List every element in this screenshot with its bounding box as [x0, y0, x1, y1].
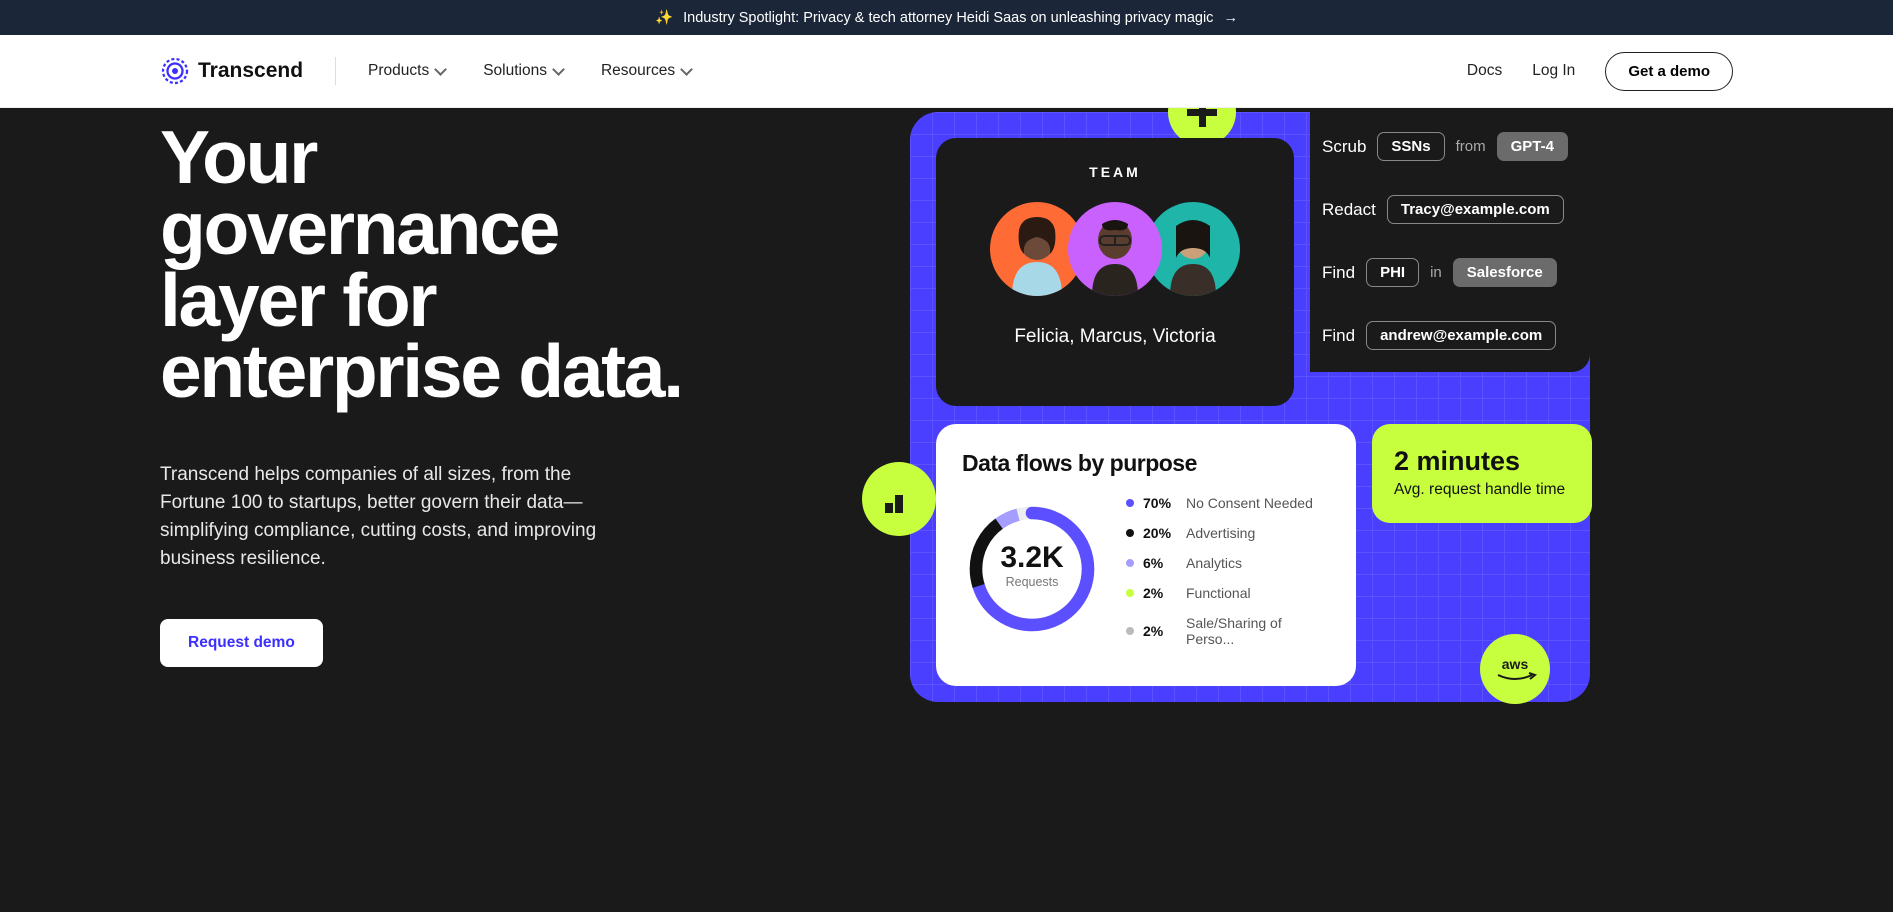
flows-title: Data flows by purpose	[962, 450, 1330, 477]
legend-label: Advertising	[1186, 525, 1255, 541]
rule-action: Find	[1322, 326, 1355, 346]
avatar	[1068, 202, 1162, 296]
donut-chart: 3.2K Requests	[962, 499, 1102, 644]
legend-row: 70% No Consent Needed	[1126, 495, 1330, 511]
legend-label: Analytics	[1186, 555, 1242, 571]
logo[interactable]: Transcend	[160, 56, 303, 86]
svg-text:aws: aws	[1502, 656, 1529, 672]
nav-login[interactable]: Log In	[1532, 62, 1575, 80]
rule-pill: GPT-4	[1497, 132, 1568, 161]
hero-subtext: Transcend helps companies of all sizes, …	[160, 461, 620, 573]
nav-divider	[335, 57, 336, 85]
hero-copy: Your governance layer for enterprise dat…	[160, 108, 700, 688]
nav-item-label: Products	[368, 62, 429, 80]
rules-panel: Scrub SSNs from GPT-4 Redact Tracy@example.co…	[1310, 112, 1590, 372]
legend-dot-icon	[1126, 627, 1134, 635]
legend-label: No Consent Needed	[1186, 495, 1313, 511]
legend-row: 6% Analytics	[1126, 555, 1330, 571]
stat-value: 2 minutes	[1394, 446, 1570, 477]
donut-label: Requests	[962, 575, 1102, 589]
chevron-down-icon	[552, 63, 565, 76]
data-flows-card: Data flows by purpose 3.2K Requests 70% N…	[936, 424, 1356, 686]
legend-pct: 70%	[1143, 495, 1177, 511]
rule-action: Scrub	[1322, 137, 1366, 157]
legend-row: 2% Functional	[1126, 585, 1330, 601]
legend-row: 2% Sale/Sharing of Perso...	[1126, 615, 1330, 647]
hero-section: Your governance layer for enterprise dat…	[0, 108, 1893, 748]
request-demo-button[interactable]: Request demo	[160, 619, 323, 667]
rule-action: Redact	[1322, 200, 1376, 220]
legend-pct: 2%	[1143, 623, 1177, 639]
rule-pill: andrew@example.com	[1366, 321, 1556, 350]
rule-row: Find andrew@example.com	[1322, 321, 1590, 350]
stat-card: 2 minutes Avg. request handle time	[1372, 424, 1592, 523]
nav-links: Products Solutions Resources	[368, 62, 691, 80]
team-card-title: TEAM	[956, 164, 1274, 180]
legend-label: Sale/Sharing of Perso...	[1186, 615, 1330, 647]
announcement-text: Industry Spotlight: Privacy & tech attor…	[683, 10, 1213, 26]
nav-resources[interactable]: Resources	[601, 62, 691, 80]
chevron-down-icon	[434, 63, 447, 76]
stat-label: Avg. request handle time	[1394, 481, 1570, 499]
nav-solutions[interactable]: Solutions	[483, 62, 563, 80]
donut-value: 3.2K	[962, 541, 1102, 575]
legend-label: Functional	[1186, 585, 1251, 601]
rule-connector: from	[1456, 138, 1486, 155]
rule-row: Scrub SSNs from GPT-4	[1322, 132, 1590, 161]
rule-action: Find	[1322, 263, 1355, 283]
rule-connector: in	[1430, 264, 1442, 281]
nav-products[interactable]: Products	[368, 62, 445, 80]
team-names: Felicia, Marcus, Victoria	[956, 326, 1274, 348]
legend-dot-icon	[1126, 499, 1134, 507]
announcement-bar[interactable]: ✨ Industry Spotlight: Privacy & tech att…	[0, 0, 1893, 35]
nav-item-label: Resources	[601, 62, 675, 80]
legend-dot-icon	[1126, 589, 1134, 597]
chevron-down-icon	[680, 63, 693, 76]
rule-pill: SSNs	[1377, 132, 1444, 161]
nav-right: Docs Log In Get a demo	[1467, 52, 1733, 91]
main-nav: Transcend Products Solutions Resources D…	[0, 35, 1893, 108]
flows-legend: 70% No Consent Needed 20% Advertising 6% Anal…	[1126, 495, 1330, 647]
legend-pct: 20%	[1143, 525, 1177, 541]
team-avatars	[956, 202, 1274, 296]
rule-pill: Tracy@example.com	[1387, 195, 1564, 224]
legend-pct: 2%	[1143, 585, 1177, 601]
nav-item-label: Solutions	[483, 62, 547, 80]
aws-badge-icon: aws	[1480, 634, 1550, 704]
rule-row: Find PHI in Salesforce	[1322, 258, 1590, 287]
legend-dot-icon	[1126, 559, 1134, 567]
rule-pill: Salesforce	[1453, 258, 1557, 287]
hero-headline: Your governance layer for enterprise dat…	[160, 122, 700, 407]
legend-dot-icon	[1126, 529, 1134, 537]
arrow-right-icon: →	[1223, 10, 1238, 26]
get-demo-button[interactable]: Get a demo	[1605, 52, 1733, 91]
rule-row: Redact Tracy@example.com	[1322, 195, 1590, 224]
brand-name: Transcend	[198, 59, 303, 83]
sparkle-icon: ✨	[655, 10, 673, 26]
logo-icon	[160, 56, 190, 86]
team-card: TEAM Felicia, Marcus, Victoria	[936, 138, 1294, 406]
rule-pill: PHI	[1366, 258, 1419, 287]
nav-docs[interactable]: Docs	[1467, 62, 1502, 80]
bar-chart-badge-icon	[862, 462, 936, 536]
legend-row: 20% Advertising	[1126, 525, 1330, 541]
legend-pct: 6%	[1143, 555, 1177, 571]
